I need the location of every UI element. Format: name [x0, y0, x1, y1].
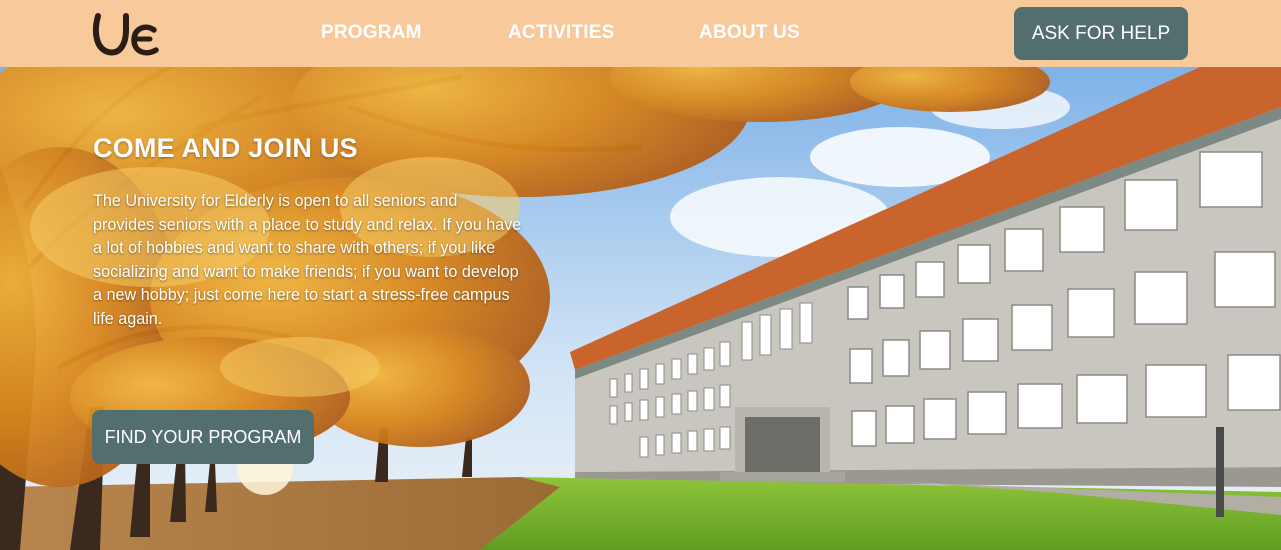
hero-section: COME AND JOIN US The University for Elde… [0, 67, 1281, 550]
site-logo[interactable] [90, 8, 162, 60]
find-your-program-button[interactable]: FIND YOUR PROGRAM [92, 410, 314, 464]
hero-description: The University for Elderly is open to al… [93, 192, 522, 328]
nav-about-us[interactable]: ABOUT US [699, 22, 800, 44]
ask-for-help-button[interactable]: ASK FOR HELP [1014, 7, 1188, 60]
nav-activities[interactable]: ACTIVITIES [508, 22, 615, 44]
hero-title: COME AND JOIN US [93, 133, 358, 163]
site-header: PROGRAM ACTIVITIES ABOUT US ASK FOR HELP [0, 0, 1281, 67]
nav-program[interactable]: PROGRAM [321, 22, 422, 44]
